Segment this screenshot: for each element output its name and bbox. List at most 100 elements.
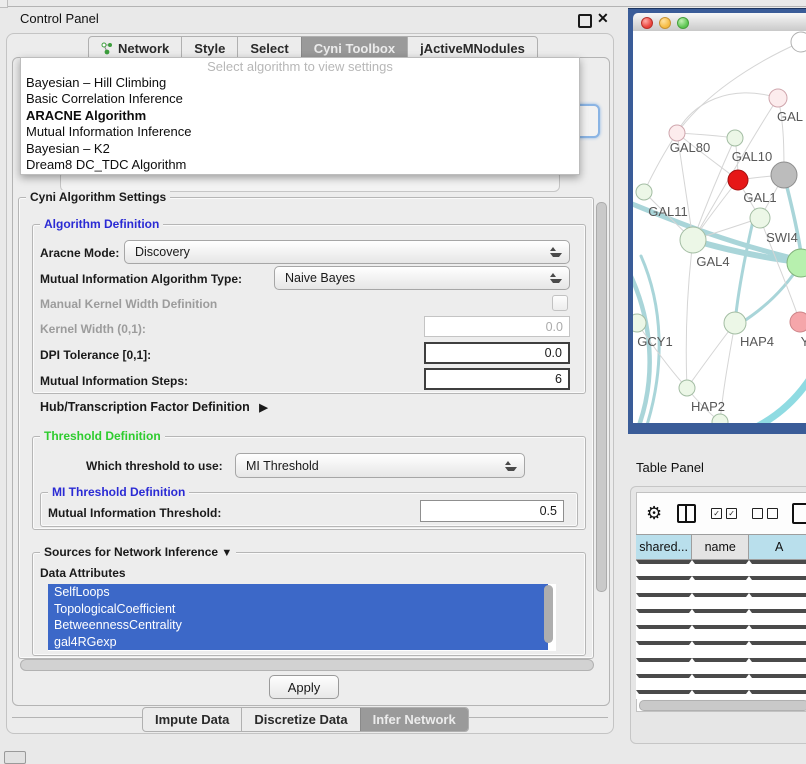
stepper-icon: [550, 247, 562, 257]
network-node[interactable]: [771, 162, 797, 188]
mi-steps-field[interactable]: 6: [424, 368, 570, 390]
close-panel-icon[interactable]: ✕: [597, 10, 609, 27]
tab-label: Network: [118, 41, 169, 56]
network-edge: [735, 221, 753, 323]
new-table-icon[interactable]: [792, 503, 806, 524]
which-threshold-select[interactable]: MI Threshold: [235, 453, 525, 478]
gear-icon[interactable]: ⚙: [646, 503, 662, 524]
sources-title[interactable]: Sources for Network Inference ▼: [40, 545, 236, 559]
attribute-item-selfloops[interactable]: SelfLoops: [48, 584, 548, 601]
network-node[interactable]: [633, 314, 646, 332]
attribute-item-gal4rgexp[interactable]: gal4RGexp: [48, 634, 548, 651]
tab-infer-network[interactable]: Infer Network: [360, 708, 468, 731]
settings-vertical-scrollbar[interactable]: [596, 202, 607, 592]
apply-button[interactable]: Apply: [269, 675, 339, 699]
algorithm-option-dream8-dc-tdc-algorithm[interactable]: Dream8 DC_TDC Algorithm: [21, 157, 579, 173]
stepper-icon: [550, 273, 562, 283]
top-divider: [0, 6, 806, 7]
network-node[interactable]: [769, 89, 787, 107]
table-cell: 9.: [749, 609, 806, 613]
table-row[interactable]: YDR27...YDR27...12: [636, 576, 806, 592]
algorithm-option-bayesian-hill-climbing[interactable]: Bayesian – Hill Climbing: [21, 75, 579, 91]
network-node[interactable]: [680, 227, 706, 253]
algorithm-option-aracne-algorithm[interactable]: ARACNE Algorithm: [21, 108, 579, 124]
which-threshold-label: Which threshold to use:: [86, 459, 223, 473]
network-edge: [677, 133, 735, 138]
table-row[interactable]: YLR345WYLR345W9.: [636, 674, 806, 690]
table-row[interactable]: YPR145WYPR145W9.: [636, 609, 806, 625]
column-header-a[interactable]: A: [749, 534, 806, 560]
close-window-icon[interactable]: [641, 17, 653, 29]
aracne-mode-value: Discovery: [135, 245, 190, 259]
network-view-canvas[interactable]: GAL80GAL10GALGAL11GAL1SWI4GAL4GCY1HAP4YH…: [633, 31, 806, 423]
network-node[interactable]: [727, 130, 743, 146]
network-node[interactable]: [679, 380, 695, 396]
table-row[interactable]: YDL19...YDL19...13: [636, 560, 806, 576]
zoom-window-icon[interactable]: [677, 17, 689, 29]
split-columns-icon[interactable]: [677, 504, 696, 523]
network-node[interactable]: [787, 249, 806, 277]
minimize-window-icon[interactable]: [659, 17, 671, 29]
network-node[interactable]: [724, 312, 746, 334]
table-row[interactable]: YBR043CYBR043C: [636, 593, 806, 609]
table-cell: YPR145W: [636, 609, 692, 613]
network-node[interactable]: [712, 414, 728, 423]
network-edge: [677, 93, 778, 133]
network-node[interactable]: [791, 32, 806, 52]
data-attributes-list: SelfLoopsTopologicalCoefficientBetweenne…: [48, 584, 556, 651]
manual-kernel-width-checkbox[interactable]: [552, 295, 568, 311]
dpi-tolerance-field[interactable]: 0.0: [424, 342, 570, 364]
node-label-swi4: SWI4: [766, 230, 798, 245]
node-label-gal80: GAL80: [670, 140, 710, 155]
network-node[interactable]: [669, 125, 685, 141]
table-cell: YBL079W: [636, 658, 692, 662]
cyni-algorithm-settings-title: Cyni Algorithm Settings: [26, 190, 170, 204]
attributes-scrollbar[interactable]: [544, 585, 553, 643]
table-rows: YDL19...YDL19...13YDR27...YDR27...12YBR0…: [636, 560, 806, 699]
algorithm-option-bayesian-k2[interactable]: Bayesian – K2: [21, 141, 579, 157]
chevron-down-icon: ▼: [221, 547, 232, 559]
tab-label: Impute Data: [155, 712, 229, 727]
table-cell: 9.: [749, 690, 806, 694]
mi-algorithm-type-select[interactable]: Naive Bayes: [274, 266, 570, 290]
table-cell: YER054C: [636, 625, 692, 629]
node-label-gal: GAL: [777, 109, 803, 124]
table-cell: 12: [749, 576, 806, 580]
node-label-gcy1: GCY1: [637, 334, 672, 349]
node-label-hap4: HAP4: [740, 334, 774, 349]
network-node[interactable]: [728, 170, 748, 190]
algorithm-definition-title: Algorithm Definition: [40, 217, 163, 231]
kernel-width-field[interactable]: 0.0: [424, 316, 570, 337]
float-panel-icon[interactable]: [578, 14, 592, 28]
table-cell: YBR043C: [692, 593, 749, 597]
network-node[interactable]: [750, 208, 770, 228]
table-row[interactable]: YER054CYER054C8.: [636, 625, 806, 641]
algorithm-option-basic-correlation-inference[interactable]: Basic Correlation Inference: [21, 91, 579, 107]
network-node[interactable]: [636, 184, 652, 200]
mi-threshold-label: Mutual Information Threshold:: [48, 506, 221, 520]
table-horizontal-scrollbar[interactable]: [639, 700, 806, 711]
network-node[interactable]: [790, 312, 806, 332]
table-row[interactable]: YBL079WYBL079W: [636, 658, 806, 674]
table-row[interactable]: YIL052CYIL052C9.: [636, 690, 806, 699]
table-row[interactable]: YBR045CYBR045C9.: [636, 641, 806, 657]
table-cell: YBR043C: [636, 593, 692, 597]
attribute-item-topologicalcoefficient[interactable]: TopologicalCoefficient: [48, 601, 548, 618]
algorithm-option-mutual-information-inference[interactable]: Mutual Information Inference: [21, 124, 579, 140]
tab-impute-data[interactable]: Impute Data: [143, 708, 241, 731]
mi-threshold-field[interactable]: 0.5: [420, 500, 564, 522]
aracne-mode-select[interactable]: Discovery: [124, 240, 570, 264]
network-edge: [637, 323, 687, 388]
restore-panel-icon[interactable]: [4, 751, 26, 764]
hub-definition-toggle[interactable]: Hub/Transcription Factor Definition ▶: [40, 400, 268, 414]
deselect-all-checks-icon[interactable]: [752, 508, 778, 519]
attribute-item-betweennesscentrality[interactable]: BetweennessCentrality: [48, 617, 548, 634]
column-header-shared[interactable]: shared...: [636, 534, 692, 560]
settings-horizontal-scrollbar[interactable]: [20, 659, 594, 671]
column-header-name[interactable]: name: [692, 534, 749, 560]
tab-discretize-data[interactable]: Discretize Data: [241, 708, 359, 731]
select-all-checks-icon[interactable]: ✓✓: [711, 508, 737, 519]
table-header-row: shared...nameA: [636, 534, 806, 560]
table-cell: 8.: [749, 625, 806, 629]
panel-title: Control Panel: [20, 11, 99, 26]
